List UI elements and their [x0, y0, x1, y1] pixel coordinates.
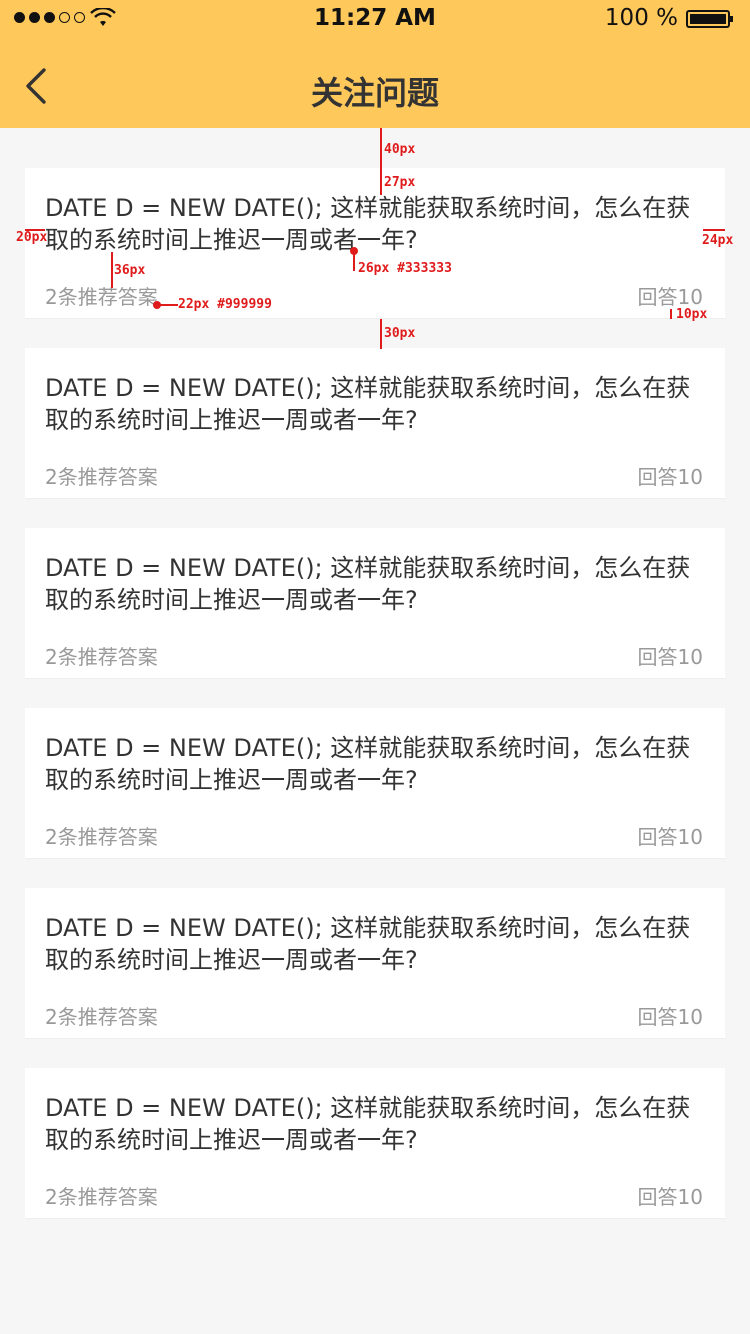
question-title[interactable]: DATE D = NEW DATE(); 这样就能获取系统时间，怎么在获取的系统… [45, 372, 703, 436]
annotation-label-10px: 10px [676, 307, 708, 322]
annotation-line-30px [380, 319, 382, 349]
question-title[interactable]: DATE D = NEW DATE(); 这样就能获取系统时间，怎么在获取的系统… [45, 912, 703, 976]
question-card[interactable]: DATE D = NEW DATE(); 这样就能获取系统时间，怎么在获取的系统… [25, 1068, 725, 1218]
answers-count: 回答10 [637, 645, 703, 669]
annotation-label-40px: 40px [384, 142, 416, 157]
answers-count: 回答10 [637, 465, 703, 489]
question-card[interactable]: DATE D = NEW DATE(); 这样就能获取系统时间，怎么在获取的系统… [25, 528, 725, 678]
recommended-answers-count: 2条推荐答案 [45, 825, 158, 849]
question-card[interactable]: DATE D = NEW DATE(); 这样就能获取系统时间，怎么在获取的系统… [25, 168, 725, 318]
recommended-answers-count: 2条推荐答案 [45, 1185, 158, 1209]
question-title[interactable]: DATE D = NEW DATE(); 这样就能获取系统时间，怎么在获取的系统… [45, 552, 703, 616]
app-header: 11:27 AM 100 % 关注问题 [0, 0, 750, 128]
battery-percentage: 100 % [604, 5, 678, 31]
annotation-line-24px [703, 229, 725, 231]
question-title[interactable]: DATE D = NEW DATE(); 这样就能获取系统时间，怎么在获取的系统… [45, 732, 703, 796]
question-list: DATE D = NEW DATE(); 这样就能获取系统时间，怎么在获取的系统… [25, 168, 725, 1248]
page-title: 关注问题 [310, 74, 439, 112]
annotation-label-24px: 24px [702, 233, 734, 248]
annotation-line-40px [380, 128, 382, 168]
question-card[interactable]: DATE D = NEW DATE(); 这样就能获取系统时间，怎么在获取的系统… [25, 348, 725, 498]
annotation-label-36px: 36px [114, 263, 146, 278]
annotation-label-20px: 20px [16, 230, 48, 245]
status-bar: 11:27 AM 100 % [0, 0, 750, 40]
question-title[interactable]: DATE D = NEW DATE(); 这样就能获取系统时间，怎么在获取的系统… [45, 192, 703, 256]
question-title[interactable]: DATE D = NEW DATE(); 这样就能获取系统时间，怎么在获取的系统… [45, 1092, 703, 1156]
recommended-answers-count: 2条推荐答案 [45, 285, 158, 309]
annotation-line-36px [111, 252, 113, 288]
annotation-label-question-font: 26px #333333 [358, 261, 452, 276]
answers-count: 回答10 [637, 285, 703, 309]
annotation-line-27px [380, 168, 382, 195]
battery-icon [686, 10, 733, 28]
question-card[interactable]: DATE D = NEW DATE(); 这样就能获取系统时间，怎么在获取的系统… [25, 888, 725, 1038]
recommended-answers-count: 2条推荐答案 [45, 645, 158, 669]
annotation-label-27px: 27px [384, 175, 416, 190]
recommended-answers-count: 2条推荐答案 [45, 465, 158, 489]
annotation-line-10px [670, 309, 672, 319]
answers-count: 回答10 [637, 1185, 703, 1209]
question-card[interactable]: DATE D = NEW DATE(); 这样就能获取系统时间，怎么在获取的系统… [25, 708, 725, 858]
answers-count: 回答10 [637, 1005, 703, 1029]
annotation-line-footer [160, 304, 178, 306]
annotation-line-question [353, 253, 355, 271]
annotation-label-footer-font: 22px #999999 [178, 297, 272, 312]
answers-count: 回答10 [637, 825, 703, 849]
annotation-label-30px: 30px [384, 326, 416, 341]
navigation-bar: 关注问题 [0, 40, 750, 128]
recommended-answers-count: 2条推荐答案 [45, 1005, 158, 1029]
